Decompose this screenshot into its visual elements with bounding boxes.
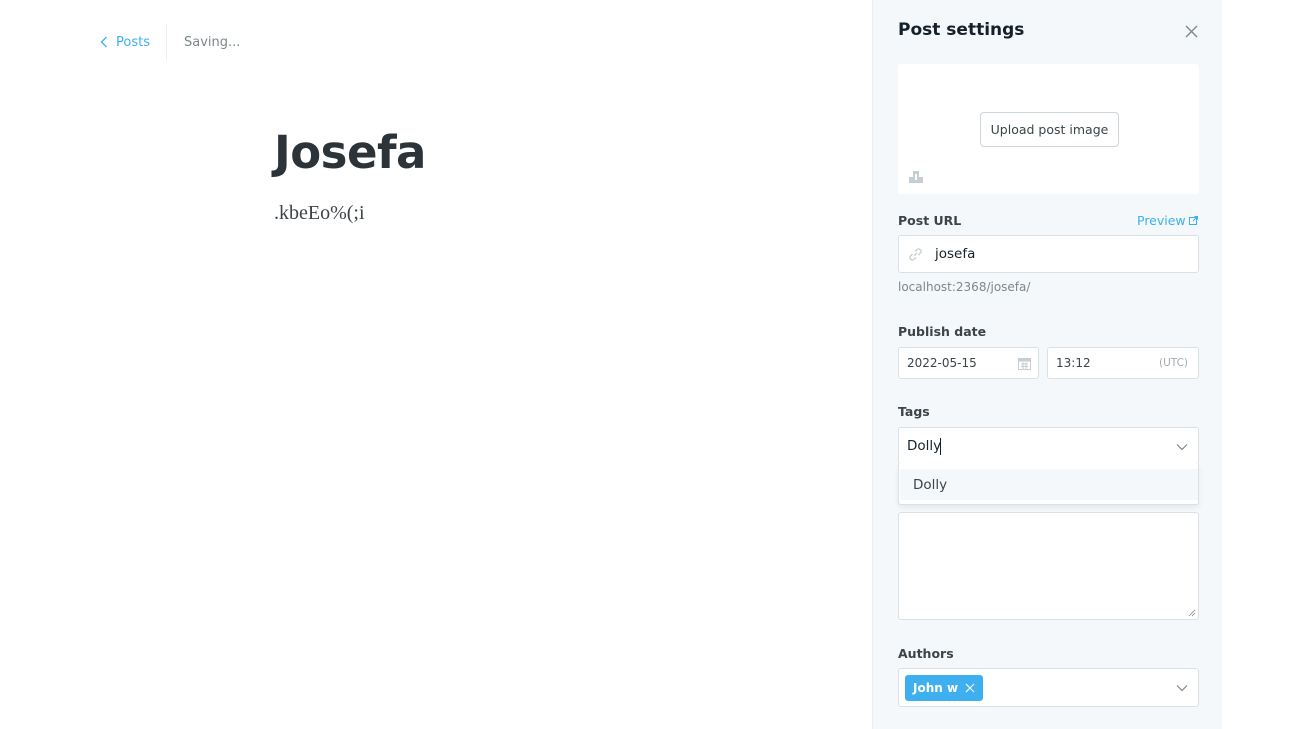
- chevron-left-icon: [100, 36, 107, 48]
- publish-date-value: 2022-05-15: [907, 356, 977, 370]
- post-title[interactable]: Josefa: [274, 126, 426, 179]
- publish-time-value: 13:12: [1056, 356, 1091, 370]
- publish-date-input[interactable]: 2022-05-15: [898, 347, 1039, 379]
- back-to-posts-link[interactable]: Posts: [100, 24, 167, 60]
- upload-image-button[interactable]: Upload post image: [980, 112, 1119, 147]
- calendar-icon[interactable]: [1018, 357, 1031, 370]
- post-image-dropzone[interactable]: Upload post image: [898, 64, 1199, 194]
- authors-input[interactable]: John w: [898, 668, 1199, 707]
- post-body[interactable]: .kbeEo%(;i: [274, 202, 365, 225]
- tags-dropdown: Dolly: [898, 464, 1199, 505]
- save-status: Saving...: [183, 34, 241, 50]
- post-settings-panel: Post settings Upload post image Post URL…: [872, 0, 1222, 729]
- chevron-down-icon[interactable]: [1176, 684, 1188, 692]
- authors-label: Authors: [898, 646, 954, 661]
- publish-time-input[interactable]: 13:12 (UTC): [1047, 347, 1199, 379]
- excerpt-textarea[interactable]: [898, 512, 1199, 620]
- resize-handle-icon[interactable]: [1188, 609, 1196, 617]
- link-icon: [909, 248, 922, 261]
- tags-label: Tags: [898, 404, 930, 419]
- image-icon: [909, 171, 923, 183]
- tags-input-value: Dolly: [907, 438, 942, 454]
- text-caret: [940, 438, 941, 455]
- chevron-down-icon[interactable]: [1176, 443, 1188, 451]
- author-chip[interactable]: John w: [905, 675, 984, 701]
- publish-date-label: Publish date: [898, 324, 987, 339]
- panel-title: Post settings: [898, 20, 1025, 40]
- post-url-hint: localhost:2368/josefa/: [898, 280, 1031, 294]
- editor-topbar: Posts Saving...: [100, 24, 240, 60]
- timezone-label: (UTC): [1158, 357, 1188, 369]
- remove-icon[interactable]: [965, 683, 975, 693]
- tags-input[interactable]: Dolly: [898, 427, 1199, 465]
- external-link-icon: [1188, 216, 1198, 225]
- post-url-label: Post URL: [898, 213, 962, 228]
- preview-link[interactable]: Preview: [1137, 213, 1198, 228]
- preview-link-label: Preview: [1137, 213, 1186, 228]
- back-link-label: Posts: [116, 34, 150, 50]
- post-url-value: josefa: [935, 246, 976, 262]
- close-icon[interactable]: [1184, 24, 1199, 39]
- post-url-input[interactable]: josefa: [898, 235, 1199, 273]
- tag-suggestion-item[interactable]: Dolly: [900, 469, 1198, 500]
- author-chip-label: John w: [913, 681, 959, 695]
